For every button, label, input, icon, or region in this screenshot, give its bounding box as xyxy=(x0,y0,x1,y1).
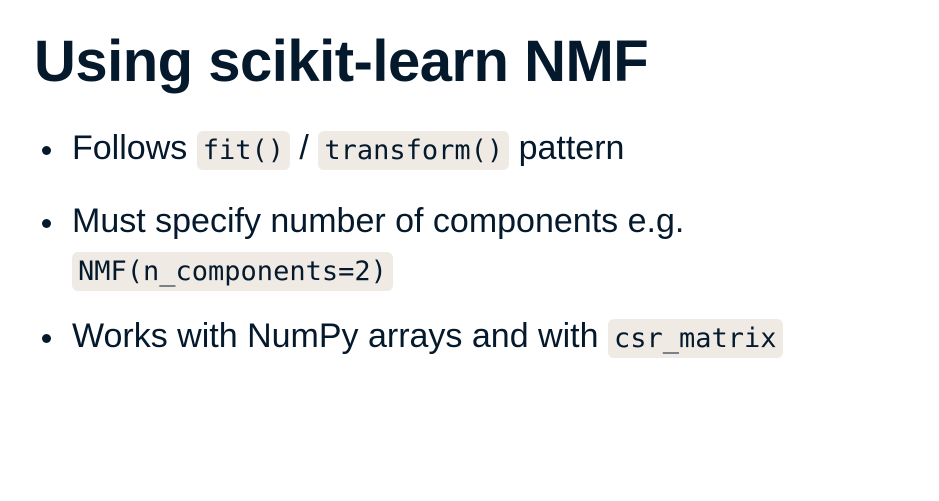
bullet-list: Follows fit() / transform() pattern Must… xyxy=(38,124,783,385)
bullet-item: Works with NumPy arrays and with csr_mat… xyxy=(38,312,783,363)
bullet-text: Works with NumPy arrays and with xyxy=(72,317,608,355)
code-transform: transform() xyxy=(318,131,510,170)
code-nmf: NMF(n_components=2) xyxy=(72,252,393,291)
code-fit: fit() xyxy=(196,131,290,170)
code-csr-matrix: csr_matrix xyxy=(607,319,783,358)
bullet-text: Must specify number of components e.g. xyxy=(72,202,685,240)
bullet-text: / xyxy=(289,129,319,167)
bullet-item: Follows fit() / transform() pattern xyxy=(38,124,783,175)
bullet-text: Follows xyxy=(72,129,197,167)
bullet-item: Must specify number of components e.g. NM… xyxy=(38,197,783,294)
slide-title: Using scikit-learn NMF xyxy=(34,29,649,94)
bullet-text: pattern xyxy=(509,129,625,167)
